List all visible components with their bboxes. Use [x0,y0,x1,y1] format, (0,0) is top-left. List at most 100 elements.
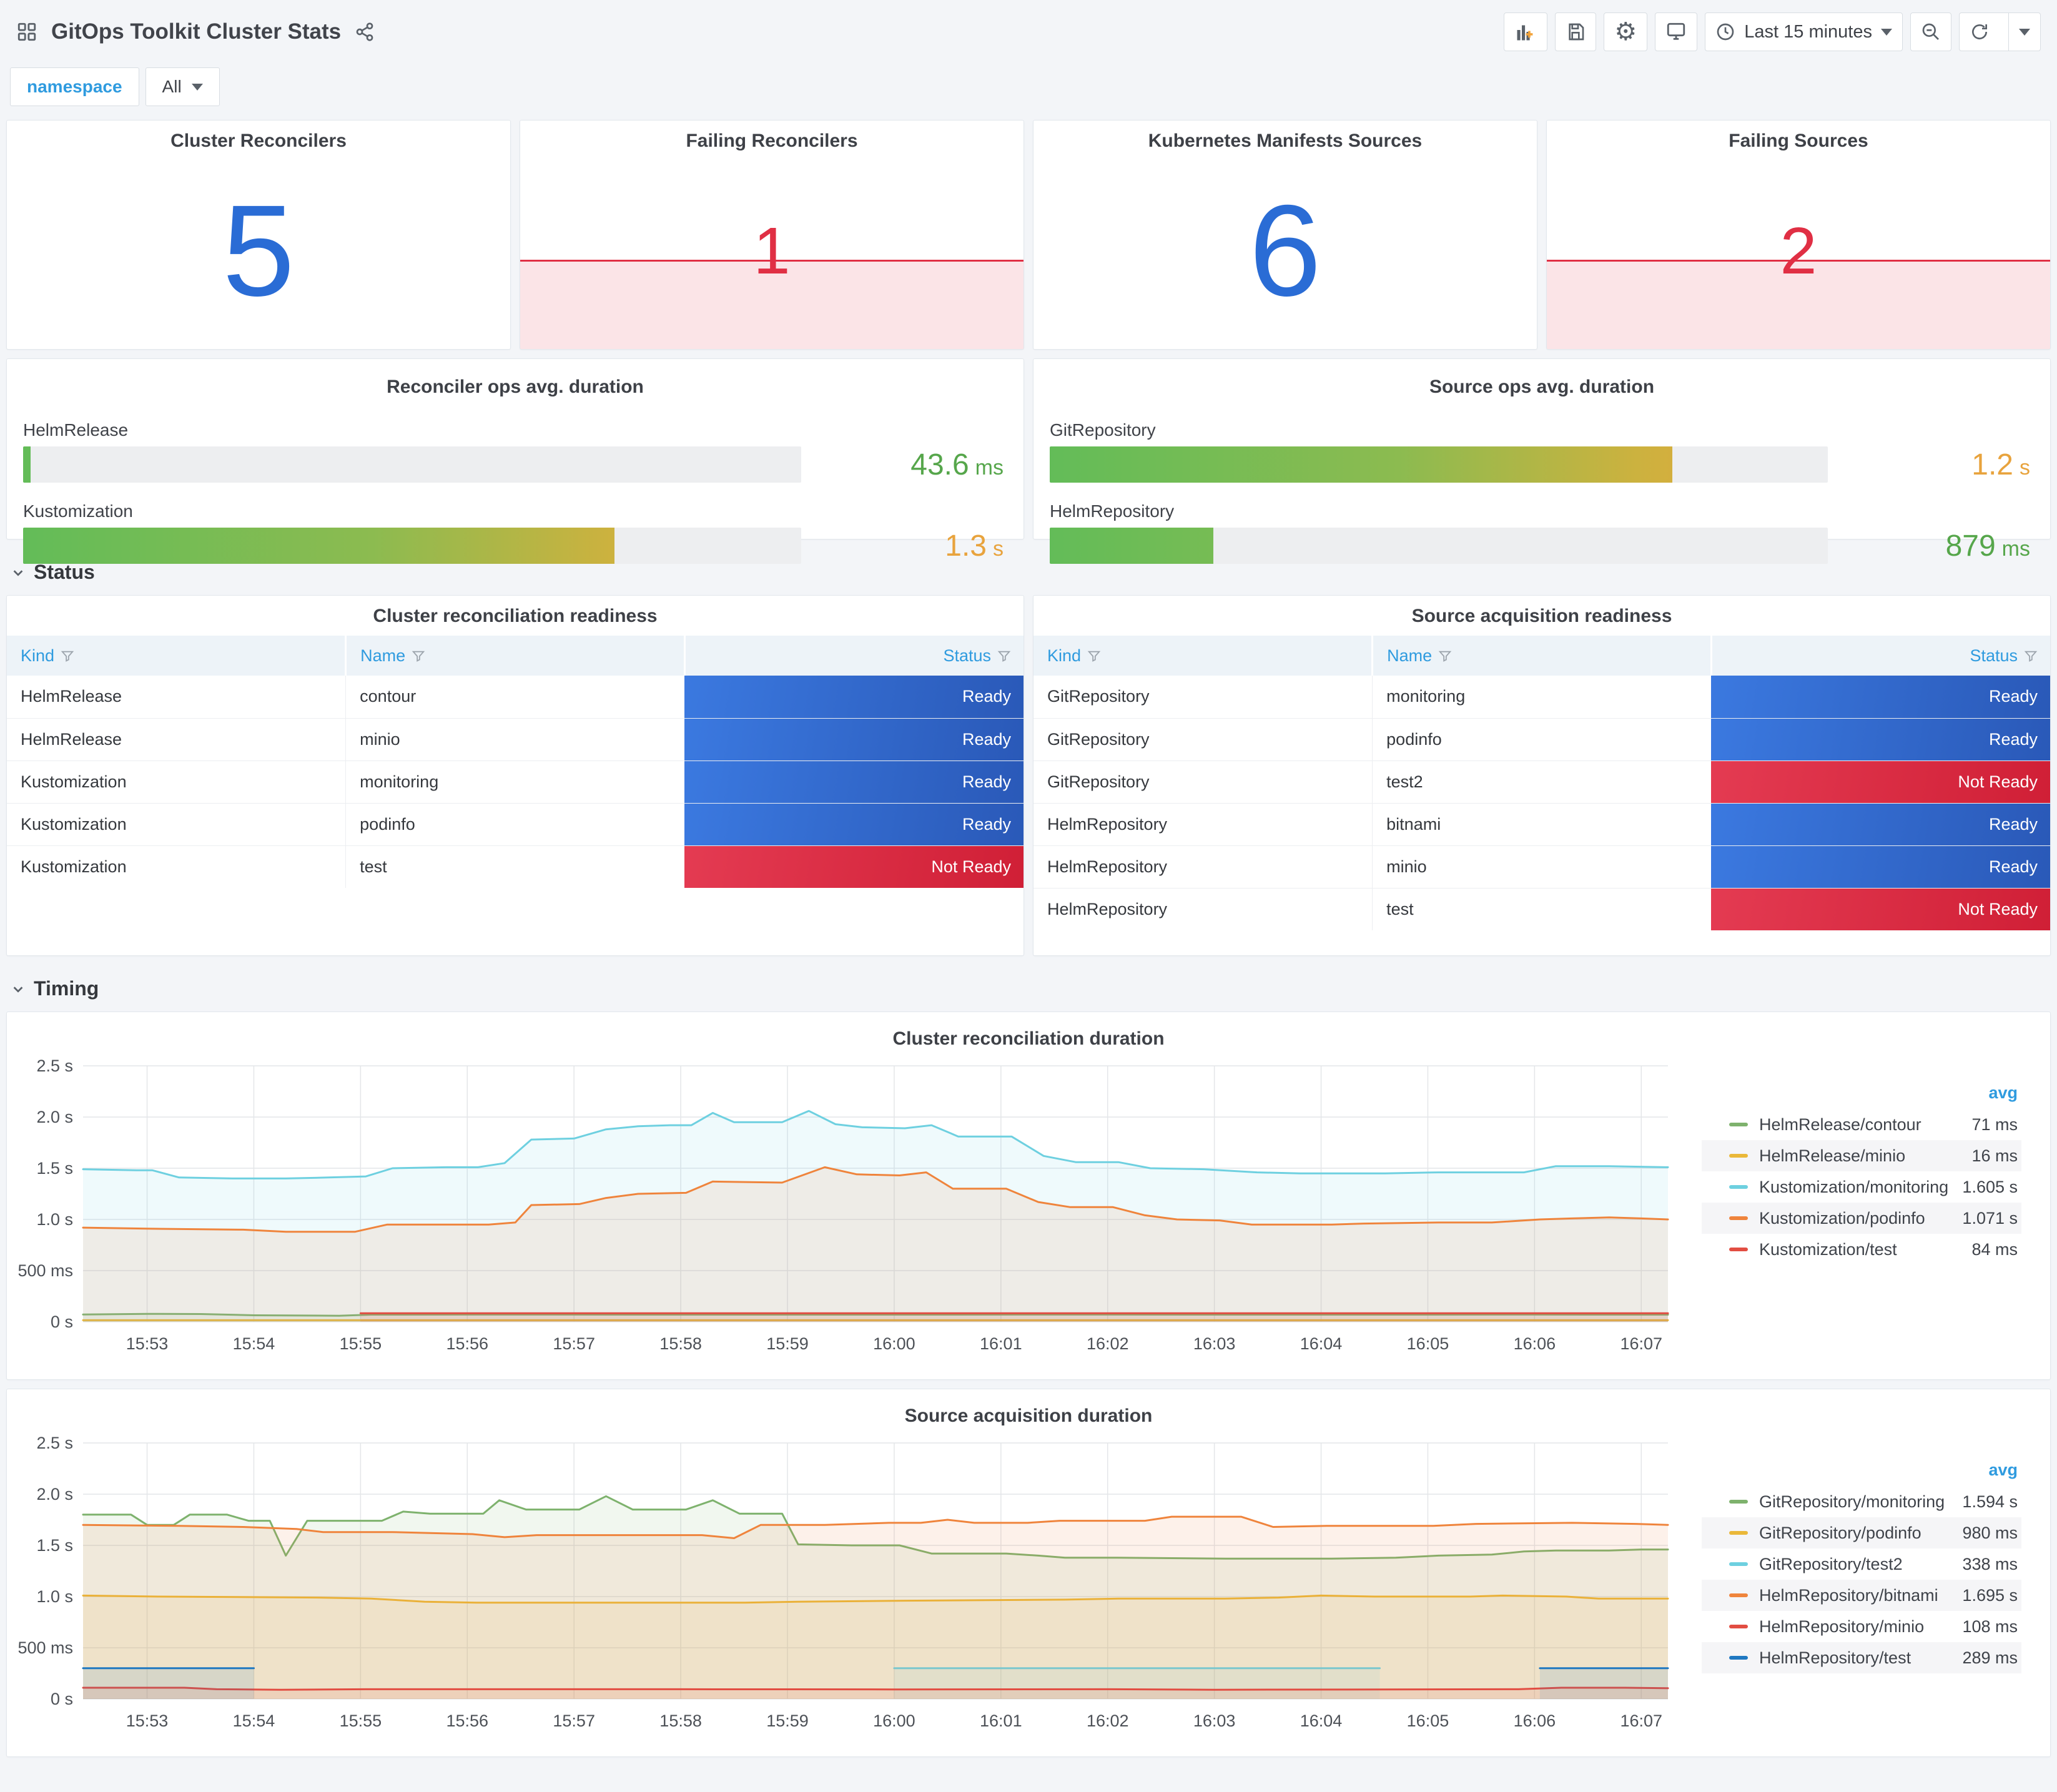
svg-text:15:56: 15:56 [446,1334,488,1353]
legend-item[interactable]: HelmRepository/test 289 ms [1702,1642,2021,1673]
dashboard-settings-button[interactable]: ⚙ [1604,12,1648,51]
legend-series-avg: 16 ms [1971,1146,2018,1165]
legend-series-name: GitRepository/podinfo [1759,1523,1921,1542]
filter-icon[interactable] [997,649,1011,663]
page-title: GitOps Toolkit Cluster Stats [51,19,342,44]
time-range-picker[interactable]: Last 15 minutes [1705,12,1903,51]
column-header-name[interactable]: Name [1372,636,1712,676]
cell-status: Not Ready [1711,760,2050,803]
add-panel-button[interactable] [1504,12,1548,51]
gauge-label: HelmRepository [1050,501,1175,521]
cell-status: Ready [684,676,1024,718]
gauge-bar-track [1050,446,1828,483]
gauge-line: 43.6 ms [23,446,1007,483]
filter-icon[interactable] [61,649,74,663]
section-status-toggle[interactable]: Status [11,561,2051,584]
refresh-interval-dropdown[interactable] [2008,13,2040,51]
legend-series-name: HelmRelease/contour [1759,1115,1921,1134]
gauge-value-unit: s [2020,455,2030,480]
legend-item[interactable]: HelmRepository/minio 108 ms [1702,1611,2021,1642]
cell-kind: Kustomization [7,802,346,845]
chevron-down-icon [191,83,203,91]
legend-item[interactable]: HelmRelease/minio 16 ms [1702,1140,2021,1171]
column-header-status[interactable]: Status [1711,636,2050,676]
legend-series-name: HelmRepository/test [1759,1648,1911,1667]
legend-item[interactable]: GitRepository/test2 338 ms [1702,1548,2021,1580]
chart-canvas[interactable]: 0 s 500 ms 1.0 s 1.5 s 2.0 s 2.5 s 15:53 15:54 1… [17,1430,1694,1738]
cell-name: podinfo [1372,717,1712,761]
legend-item[interactable]: HelmRepository/bitnami 1.695 s [1702,1580,2021,1611]
zoom-out-button[interactable] [1910,12,1951,51]
share-icon[interactable] [355,22,375,42]
timeseries-panel: Cluster reconciliation duration 0 s 500 ms… [6,1012,2051,1380]
table-row: Kustomization monitoring Ready [7,760,1024,803]
legend-series-avg: 1.695 s [1962,1585,2018,1605]
chart-title: Source acquisition duration [904,1406,1153,1426]
svg-text:16:05: 16:05 [1407,1334,1449,1353]
table-row: Kustomization podinfo Ready [7,802,1024,845]
legend-item[interactable]: GitRepository/monitoring 1.594 s [1702,1486,2021,1517]
legend-series-avg: 980 ms [1962,1523,2018,1542]
legend-item[interactable]: GitRepository/podinfo 980 ms [1702,1517,2021,1548]
filter-icon[interactable] [412,649,425,663]
variable-namespace-value: All [162,77,182,96]
column-header-name[interactable]: Name [345,636,686,676]
legend-item[interactable]: Kustomization/test 84 ms [1702,1234,2021,1265]
chart-plot-area[interactable]: 0 s 500 ms 1.0 s 1.5 s 2.0 s 2.5 s 15:53 15:54 1… [17,1053,1702,1376]
legend-item[interactable]: Kustomization/monitoring 1.605 s [1702,1171,2021,1203]
legend-item[interactable]: Kustomization/podinfo 1.071 s [1702,1203,2021,1234]
cell-status: Ready [684,717,1024,761]
gauge-row: GitRepository 1.2 s [1050,420,2034,483]
section-timing-toggle[interactable]: Timing [11,977,2051,1000]
column-header-kind[interactable]: Kind [7,636,347,676]
filter-icon[interactable] [2024,649,2038,663]
gauge-value-number: 43.6 [910,448,969,481]
stat-value: 6 [1249,178,1321,323]
cycle-view-mode-button[interactable] [1655,12,1698,51]
series-color-dash-icon [1729,1185,1748,1189]
svg-text:16:07: 16:07 [1620,1334,1662,1353]
svg-text:15:54: 15:54 [233,1711,275,1730]
chart-canvas[interactable]: 0 s 500 ms 1.0 s 1.5 s 2.0 s 2.5 s 15:53 15:54 1… [17,1053,1694,1361]
legend-avg-header[interactable]: avg [1702,1458,2021,1486]
column-header-label: Name [1387,646,1433,665]
table-row: Kustomization test Not Ready [7,845,1024,888]
chart-plot-area[interactable]: 0 s 500 ms 1.0 s 1.5 s 2.0 s 2.5 s 15:53 15:54 1… [17,1430,1702,1753]
filter-icon[interactable] [1087,649,1101,663]
status-table-panel: Cluster reconciliation readiness Kind Name… [6,595,1024,956]
series-color-dash-icon [1729,1500,1748,1504]
column-header-status[interactable]: Status [684,636,1024,676]
legend-item[interactable]: HelmRelease/contour 71 ms [1702,1109,2021,1140]
column-header-kind[interactable]: Kind [1033,636,1374,676]
apps-grid-icon[interactable] [16,21,37,42]
svg-text:16:01: 16:01 [980,1711,1022,1730]
cell-kind: HelmRepository [1033,802,1373,845]
cell-kind: HelmRepository [1033,845,1373,888]
cell-kind: HelmRepository [1033,887,1373,930]
gauge-row: HelmRelease 43.6 ms [23,420,1007,483]
variable-namespace-label: namespace [10,67,139,106]
legend-series-name: HelmRelease/minio [1759,1146,1906,1165]
cell-kind: GitRepository [1047,687,1150,706]
legend-avg-header[interactable]: avg [1702,1081,2021,1109]
gauge-bar-track [23,446,801,483]
gauge-value-number: 1.3 [945,529,987,563]
gauge-value: 1.2 s [1828,448,2034,482]
cell-name: test [1372,887,1712,930]
legend-series-name: GitRepository/test2 [1759,1554,1903,1573]
legend-series-avg: 1.071 s [1962,1208,2018,1228]
gauge-value-unit: ms [2001,536,2030,561]
svg-text:2.5 s: 2.5 s [36,1434,73,1452]
legend-series-name: Kustomization/test [1759,1239,1897,1259]
refresh-button[interactable] [1960,13,2000,51]
legend-series-avg: 108 ms [1962,1617,2018,1636]
filter-icon[interactable] [1438,649,1452,663]
legend-series-avg: 84 ms [1971,1239,2018,1259]
stat-panel-title: Failing Reconcilers [686,130,858,151]
variable-namespace-select[interactable]: All [145,67,220,106]
stat-value: 5 [222,178,295,323]
gauge-bar-fill [23,528,614,564]
svg-text:16:04: 16:04 [1300,1334,1343,1353]
svg-text:16:03: 16:03 [1193,1711,1236,1730]
save-dashboard-button[interactable] [1555,12,1597,51]
